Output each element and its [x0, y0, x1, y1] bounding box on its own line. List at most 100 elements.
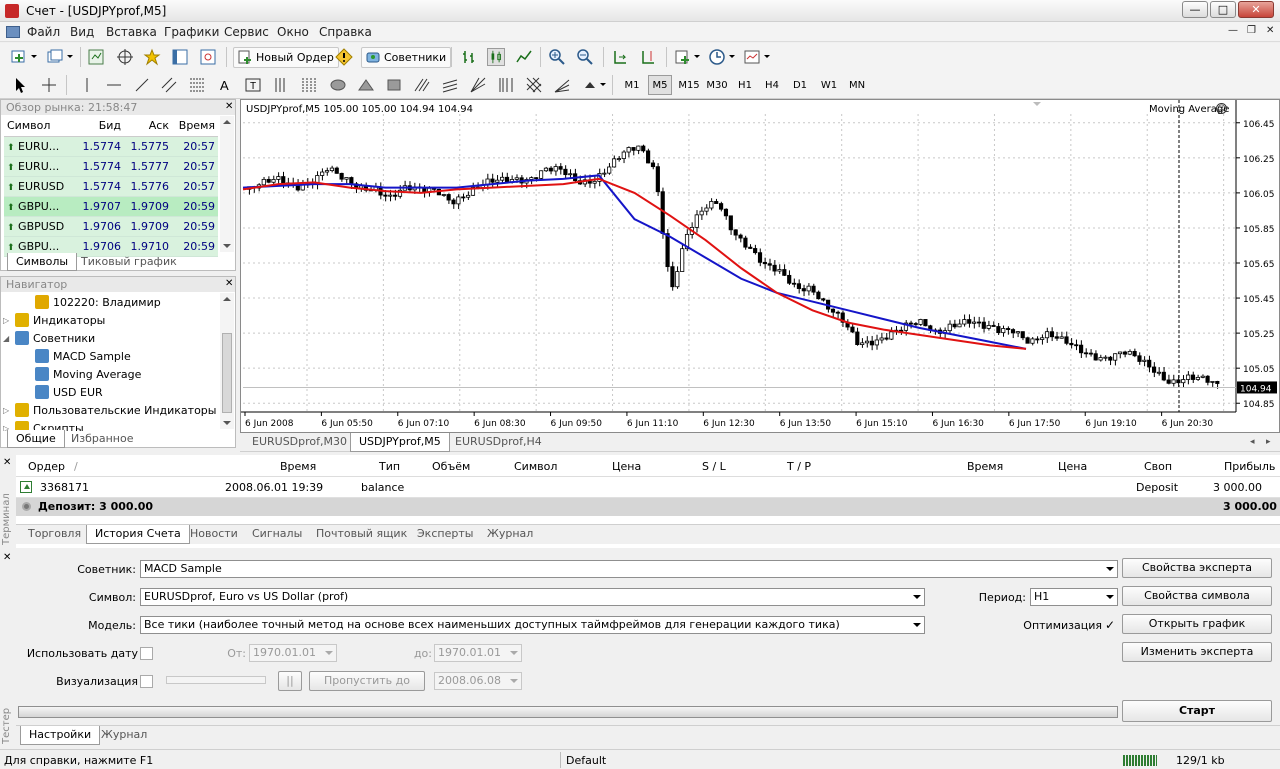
market-watch-row[interactable]: ⬆ EURU... 1.5774 1.5775 20:57 [4, 136, 218, 157]
channel-icon[interactable] [160, 76, 178, 94]
tab-tick-chart[interactable]: Тиковый график [73, 253, 185, 271]
timeframe-m30[interactable]: M30 [705, 75, 729, 95]
scroll-up-icon[interactable] [223, 120, 231, 124]
new-chart-icon[interactable] [10, 48, 28, 66]
tab-account-history[interactable]: История Счета [86, 525, 190, 544]
navigator-scrollbar[interactable] [220, 293, 234, 429]
mdi-minimize-button[interactable]: — [1228, 25, 1238, 36]
rectangle-icon[interactable] [385, 76, 403, 94]
menu-charts[interactable]: Графики [164, 25, 219, 39]
tab-settings[interactable]: Настройки [20, 726, 101, 745]
timeframe-m15[interactable]: M15 [677, 75, 701, 95]
fibo-time-icon[interactable] [497, 76, 515, 94]
expanded-icon[interactable]: ◢ [3, 330, 9, 348]
pitchfork-icon[interactable] [413, 76, 431, 94]
close-icon[interactable]: ✕ [225, 101, 233, 112]
close-window-button[interactable]: ✕ [1238, 1, 1274, 18]
chevron-down-icon[interactable] [729, 55, 735, 58]
zoom-in-icon[interactable] [548, 48, 566, 66]
scroll-thumb[interactable] [222, 333, 232, 413]
minimize-button[interactable]: — [1182, 1, 1208, 18]
timeframe-w1[interactable]: W1 [817, 75, 841, 95]
expand-icon[interactable]: ▷ [3, 402, 9, 420]
strategy-tester-icon[interactable] [199, 48, 217, 66]
text-icon[interactable]: A [216, 76, 234, 94]
market-watch-icon[interactable] [87, 48, 105, 66]
mdi-restore-button[interactable]: ❐ [1247, 25, 1256, 36]
scroll-down-icon[interactable] [223, 421, 231, 425]
timeframe-m1[interactable]: M1 [620, 75, 644, 95]
grid-hatch-icon[interactable] [525, 76, 543, 94]
modify-expert-button[interactable]: Изменить эксперта [1122, 642, 1272, 662]
skip-date-input[interactable]: 2008.06.08 [434, 672, 522, 690]
tab-experts[interactable]: Эксперты [409, 525, 481, 544]
timeframe-mn[interactable]: MN [845, 75, 869, 95]
crosshair-icon[interactable] [40, 76, 58, 94]
tab-symbols[interactable]: Символы [7, 253, 78, 271]
tab-common[interactable]: Общие [7, 430, 65, 448]
price-chart[interactable]: 106.45 106.25 106.05 105.85 105.65 105.45 105.… [241, 100, 1279, 432]
navigator-item[interactable]: ▷ Индикаторы [3, 312, 105, 330]
start-button[interactable]: Старт [1122, 700, 1272, 722]
timeframe-d1[interactable]: D1 [788, 75, 812, 95]
open-chart-button[interactable]: Открыть график [1122, 614, 1272, 634]
tab-journal[interactable]: Журнал [479, 525, 541, 544]
gann-grid-icon[interactable] [272, 76, 290, 94]
optimization-checkbox[interactable]: ✓ [1105, 619, 1118, 632]
column-header-ask[interactable]: Аск [124, 116, 172, 137]
timeframe-h4[interactable]: H4 [760, 75, 784, 95]
col-tp[interactable]: T / P [787, 460, 811, 473]
column-header-symbol[interactable]: Символ [4, 116, 76, 137]
ellipse-icon[interactable] [329, 76, 347, 94]
expert-select[interactable]: MACD Sample [140, 560, 1118, 578]
column-header-time[interactable]: Время [172, 116, 218, 137]
text-label-icon[interactable]: T [244, 76, 262, 94]
chevron-down-icon[interactable] [600, 83, 606, 86]
navigator-item[interactable]: ◢ Советники [3, 330, 95, 348]
col-close-price[interactable]: Цена [1058, 460, 1087, 473]
line-chart-icon[interactable] [515, 48, 533, 66]
col-close-time[interactable]: Время [967, 460, 1003, 473]
gann-fan-icon[interactable] [469, 76, 487, 94]
close-icon[interactable]: ✕ [3, 457, 11, 468]
pause-button[interactable]: || [278, 671, 302, 691]
trendline-icon[interactable] [133, 76, 151, 94]
fibo-icon[interactable] [188, 76, 206, 94]
skip-to-button[interactable]: Пропустить до [309, 671, 425, 691]
market-watch-scrollbar[interactable] [220, 116, 234, 252]
expert-properties-button[interactable]: Свойства эксперта [1122, 558, 1272, 578]
chevron-right-icon[interactable]: ▸ [1266, 437, 1271, 447]
tab-tester-journal[interactable]: Журнал [93, 726, 155, 745]
history-row[interactable]: 3368171 2008.06.01 19:39 balance Deposit… [16, 477, 1280, 498]
col-order[interactable]: Ордер [28, 460, 65, 473]
maximize-button[interactable]: □ [1210, 1, 1236, 18]
triangle-icon[interactable] [357, 76, 375, 94]
to-date-input[interactable]: 1970.01.01 [434, 644, 522, 662]
chevron-down-icon[interactable] [694, 55, 700, 58]
tab-news[interactable]: Новости [182, 525, 246, 544]
menu-view[interactable]: Вид [70, 25, 94, 39]
fibo-fan-icon[interactable] [553, 76, 571, 94]
timeframe-h1[interactable]: H1 [733, 75, 757, 95]
indicators-list-icon[interactable] [674, 48, 692, 66]
tab-chart-usdjpy-m5[interactable]: USDJPYprof,M5 [350, 433, 450, 452]
timeframe-m5[interactable]: M5 [648, 75, 672, 95]
market-watch-row[interactable]: ⬆ EURUSD 1.5774 1.5776 20:57 [4, 176, 218, 197]
tab-signals[interactable]: Сигналы [244, 525, 310, 544]
cursor-icon[interactable] [12, 76, 30, 94]
col-price[interactable]: Цена [612, 460, 641, 473]
chevron-down-icon[interactable] [67, 55, 73, 58]
period-select[interactable]: H1 [1030, 588, 1118, 606]
scroll-down-icon[interactable] [223, 244, 231, 248]
menu-window[interactable]: Окно [277, 25, 309, 39]
col-type[interactable]: Тип [379, 460, 400, 473]
mdi-close-button[interactable]: ✕ [1266, 25, 1274, 36]
candlestick-icon[interactable] [487, 48, 505, 66]
from-date-input[interactable]: 1970.01.01 [249, 644, 337, 662]
regression-icon[interactable] [441, 76, 459, 94]
terminal-icon[interactable] [171, 48, 189, 66]
menu-file[interactable]: Файл [27, 25, 60, 39]
use-date-checkbox[interactable] [140, 647, 153, 660]
col-sl[interactable]: S / L [702, 460, 726, 473]
market-watch-row[interactable]: ⬆ GBPU... 1.9707 1.9709 20:59 [4, 196, 218, 217]
